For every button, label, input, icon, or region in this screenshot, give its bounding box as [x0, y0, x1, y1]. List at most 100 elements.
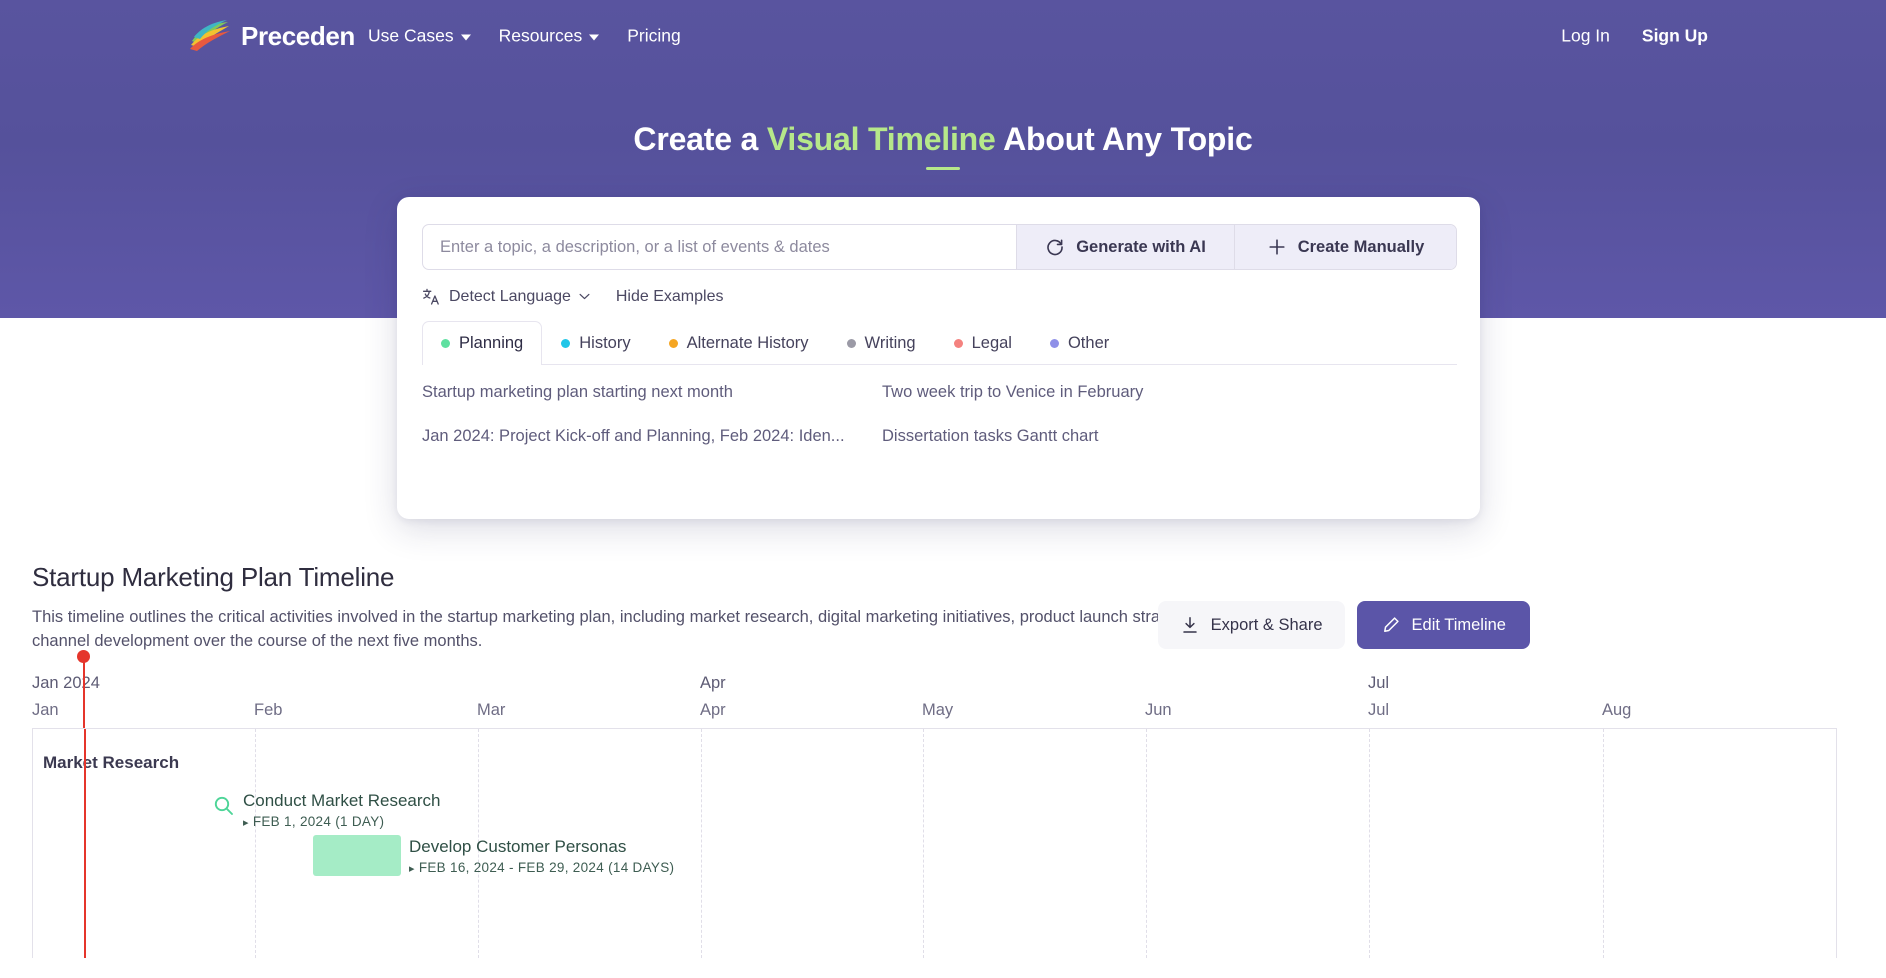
headline-accent: Visual Timeline	[766, 121, 996, 157]
gantt-milestone-title: Conduct Market Research	[243, 791, 441, 810]
brand-name: Preceden	[241, 20, 355, 51]
timeline-generator-card: Generate with AI Create Manually Detect …	[397, 197, 1480, 519]
axis-tick-month: Jul	[1368, 701, 1390, 719]
gantt-bar-label-group: Develop Customer Personas FEB 16, 2024 -…	[409, 837, 674, 875]
tab-legal[interactable]: Legal	[935, 321, 1031, 365]
generate-with-ai-button[interactable]: Generate with AI	[1016, 225, 1234, 269]
headline-pre: Create a	[633, 121, 767, 157]
export-share-button[interactable]: Export & Share	[1157, 601, 1345, 649]
tab-alternate-history-label: Alternate History	[686, 334, 809, 352]
detect-language-label: Detect Language	[449, 287, 571, 305]
gantt-gridline	[255, 729, 256, 958]
gantt-milestone[interactable]: Conduct Market Research FEB 1, 2024 (1 D…	[213, 791, 440, 829]
timeline-description: This timeline outlines the critical acti…	[32, 608, 1270, 650]
axis-tick-month: Jan	[32, 701, 59, 719]
tab-writing-label: Writing	[864, 334, 916, 352]
refresh-ai-icon	[1047, 239, 1064, 256]
card-meta-row: Detect Language Hide Examples	[422, 287, 723, 306]
axis-tick-month: Mar	[477, 701, 506, 719]
gantt-gridline	[923, 729, 924, 958]
tab-other-dot-icon	[1049, 339, 1059, 348]
gantt-lane-label: Market Research	[43, 753, 180, 772]
gantt-gridline	[1603, 729, 1604, 958]
today-marker-line-top	[83, 656, 85, 728]
gantt-axis-year: Jan 2024 Apr Jul	[32, 674, 1842, 698]
gantt-gridline	[701, 729, 702, 958]
download-icon	[1182, 617, 1197, 633]
chevron-down-icon	[460, 34, 471, 40]
gantt-bar[interactable]	[313, 835, 401, 876]
top-navigation: Preceden Use Cases Resources Pricing Log…	[0, 0, 1886, 72]
generate-with-ai-label: Generate with AI	[1076, 237, 1206, 256]
example-prompt[interactable]: Jan 2024: Project Kick-off and Planning,…	[422, 427, 882, 446]
example-category-tabs: Planning History Alternate History Writi…	[422, 321, 1457, 365]
translate-icon	[422, 288, 439, 305]
plus-icon	[1269, 239, 1285, 255]
gantt-axis-months: Jan Feb Mar Apr May Jun Jul Aug	[32, 701, 1842, 725]
tab-alternate-history-dot-icon	[668, 339, 678, 348]
nav-item-use-cases[interactable]: Use Cases	[368, 26, 471, 47]
tab-history-dot-icon	[561, 339, 571, 348]
tab-other-label: Other	[1067, 334, 1110, 352]
tab-other[interactable]: Other	[1031, 321, 1128, 365]
tab-planning-label: Planning	[459, 334, 524, 352]
headline-underline	[926, 167, 960, 170]
axis-tick-month: May	[922, 701, 954, 719]
login-link[interactable]: Log In	[1561, 26, 1610, 47]
nav-account-actions: Log In Sign Up	[1561, 26, 1708, 47]
tab-history[interactable]: History	[542, 321, 649, 365]
topic-input[interactable]	[423, 225, 1016, 269]
search-row: Generate with AI Create Manually	[422, 224, 1457, 270]
preceden-swoosh-logo-icon	[190, 20, 230, 51]
create-manually-label: Create Manually	[1297, 237, 1425, 256]
axis-tick-month: Jun	[1145, 701, 1172, 719]
tab-alternate-history[interactable]: Alternate History	[650, 321, 828, 365]
tab-writing[interactable]: Writing	[828, 321, 935, 365]
gantt-milestone-date: FEB 1, 2024 (1 DAY)	[243, 814, 440, 829]
nav-item-pricing[interactable]: Pricing	[627, 26, 681, 47]
tab-writing-dot-icon	[846, 339, 856, 348]
nav-links: Use Cases Resources Pricing	[368, 26, 681, 47]
create-manually-button[interactable]: Create Manually	[1234, 225, 1456, 269]
axis-tick-month: Aug	[1602, 701, 1632, 719]
gantt-gridline	[1146, 729, 1147, 958]
tab-legal-label: Legal	[971, 334, 1012, 352]
brand-logo[interactable]: Preceden	[188, 20, 355, 52]
axis-tick-year: Apr	[700, 674, 726, 692]
example-prompt[interactable]: Dissertation tasks Gantt chart	[882, 427, 1457, 446]
hide-examples-button[interactable]: Hide Examples	[616, 288, 724, 306]
nav-item-use-cases-label: Use Cases	[368, 25, 454, 46]
signup-link[interactable]: Sign Up	[1642, 26, 1708, 47]
axis-tick-month: Apr	[700, 701, 726, 719]
gantt-grid: Market Research Conduct Market Research …	[32, 728, 1837, 958]
example-prompts-list: Startup marketing plan starting next mon…	[422, 383, 1457, 446]
example-prompt[interactable]: Two week trip to Venice in February	[882, 383, 1457, 402]
tab-history-label: History	[579, 334, 631, 352]
gantt-gridline	[1369, 729, 1370, 958]
tab-planning[interactable]: Planning	[422, 321, 543, 365]
axis-tick-year: Jan 2024	[32, 674, 100, 692]
gantt-bar-title: Develop Customer Personas	[409, 837, 627, 856]
example-prompt[interactable]: Startup marketing plan starting next mon…	[422, 383, 882, 402]
nav-item-pricing-label: Pricing	[627, 25, 681, 46]
export-share-label: Export & Share	[1210, 615, 1323, 634]
timeline-actions: Export & Share Edit Timeline	[1157, 601, 1530, 649]
tab-planning-dot-icon	[441, 339, 450, 348]
magnifier-icon	[214, 796, 233, 815]
gantt-bar-date: FEB 16, 2024 - FEB 29, 2024 (14 DAYS)	[409, 860, 674, 875]
timeline-title: Startup Marketing Plan Timeline	[32, 562, 395, 592]
today-marker-line	[84, 729, 86, 958]
page-root: Preceden Use Cases Resources Pricing Log…	[0, 0, 1886, 978]
nav-item-resources-label: Resources	[498, 25, 583, 46]
edit-timeline-button[interactable]: Edit Timeline	[1356, 601, 1530, 649]
tab-legal-dot-icon	[953, 339, 963, 348]
chevron-down-icon	[579, 293, 590, 300]
pencil-icon	[1383, 617, 1399, 632]
nav-item-resources[interactable]: Resources	[499, 26, 600, 47]
edit-timeline-label: Edit Timeline	[1411, 615, 1506, 634]
axis-tick-month: Feb	[254, 701, 283, 719]
chevron-down-icon	[589, 34, 600, 40]
headline-post: About Any Topic	[995, 121, 1253, 157]
axis-tick-year: Jul	[1368, 674, 1390, 692]
detect-language-button[interactable]: Detect Language	[422, 287, 590, 306]
